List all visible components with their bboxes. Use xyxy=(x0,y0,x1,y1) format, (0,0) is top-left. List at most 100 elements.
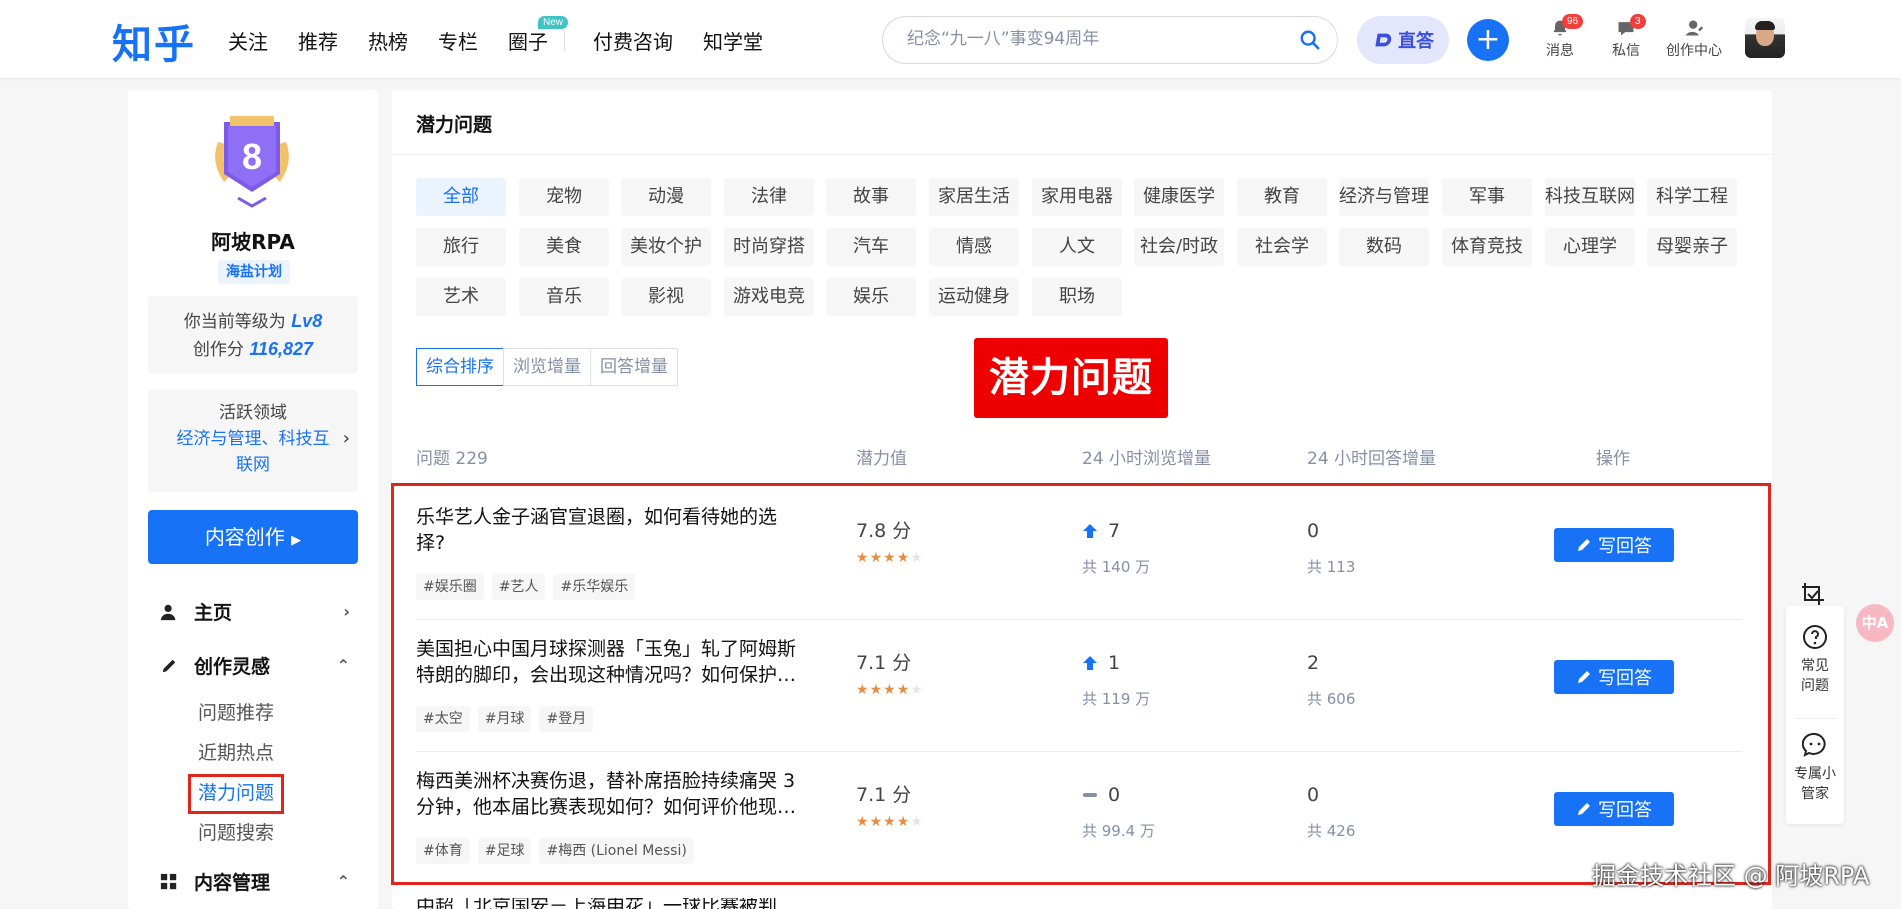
menu-inspiration-label: 创作灵感 xyxy=(194,656,271,678)
potential-overlay-label: 潜力问题 xyxy=(974,338,1168,418)
category-tag[interactable]: 教育 xyxy=(1237,178,1327,216)
category-tag[interactable]: 家居生活 xyxy=(929,178,1019,216)
inbox-label: 私信 xyxy=(1612,43,1640,59)
plan-badge[interactable]: 海盐计划 xyxy=(218,260,290,284)
category-tag[interactable]: 情感 xyxy=(929,228,1019,266)
category-tag[interactable]: 数码 xyxy=(1339,228,1429,266)
zhihu-logo[interactable]: 知乎 xyxy=(112,12,196,70)
menu-content-manage[interactable]: 内容管理 ⌃ xyxy=(160,868,350,895)
zhida-button[interactable]: 直答 xyxy=(1357,16,1449,64)
category-tag[interactable]: 汽车 xyxy=(826,228,916,266)
category-tag[interactable]: 旅行 xyxy=(416,228,506,266)
category-tag[interactable]: 游戏电竞 xyxy=(724,278,814,316)
nav-recommend[interactable]: 推荐 xyxy=(298,26,338,55)
category-tag[interactable]: 全部 xyxy=(416,178,506,216)
content-create-button[interactable]: 内容创作 ▶ xyxy=(148,510,358,564)
screenshot-icon[interactable] xyxy=(1799,580,1827,608)
highlight-box-sidebar xyxy=(188,774,284,814)
category-tag[interactable]: 社会学 xyxy=(1237,228,1327,266)
category-tag[interactable]: 母婴亲子 xyxy=(1647,228,1737,266)
category-tag[interactable]: 军事 xyxy=(1442,178,1532,216)
category-tag[interactable]: 宠物 xyxy=(519,178,609,216)
column-views[interactable]: 24 小时浏览增量 xyxy=(1082,444,1211,469)
category-tag[interactable]: 故事 xyxy=(826,178,916,216)
category-tag[interactable]: 娱乐 xyxy=(826,278,916,316)
partial-row: 中超「北京国安－上海申花」一球比赛被判… xyxy=(416,898,836,909)
highlight-box-list xyxy=(391,483,1771,885)
sort-composite[interactable]: 综合排序 xyxy=(416,348,504,386)
category-tag[interactable]: 职场 xyxy=(1032,278,1122,316)
search-box xyxy=(882,16,1338,64)
category-tag[interactable]: 社会/时政 xyxy=(1134,228,1224,266)
category-tag[interactable]: 动漫 xyxy=(621,178,711,216)
nav-zhixuetang[interactable]: 知学堂 xyxy=(703,26,763,55)
nav-column[interactable]: 专栏 xyxy=(438,26,478,55)
top-header: 知乎 关注 推荐 热榜 专栏 圈子 New 付费咨询 知学堂 直答 + 96 消… xyxy=(0,0,1901,78)
sub-item-recent-hot[interactable]: 近期热点 xyxy=(198,738,274,765)
plus-create-button[interactable]: + xyxy=(1467,19,1509,61)
search-input[interactable] xyxy=(907,29,1287,49)
assistant-button[interactable]: 专属小管家 xyxy=(1786,732,1844,804)
creator-label: 创作中心 xyxy=(1666,43,1722,59)
column-question: 问题 229 xyxy=(416,449,488,469)
messages-button[interactable]: 96 消息 xyxy=(1530,14,1590,60)
category-tag[interactable]: 音乐 xyxy=(519,278,609,316)
divider xyxy=(1794,718,1836,719)
nav-follow[interactable]: 关注 xyxy=(228,26,268,55)
column-answers[interactable]: 24 小时回答增量 xyxy=(1307,444,1436,469)
menu-inspiration[interactable]: 创作灵感 ⌃ xyxy=(160,652,350,679)
category-tag[interactable]: 影视 xyxy=(621,278,711,316)
main-nav: 关注 推荐 热榜 专栏 圈子 New 付费咨询 知学堂 xyxy=(228,16,793,55)
chevron-up-icon: ⌃ xyxy=(336,656,350,675)
category-tag[interactable]: 时尚穿搭 xyxy=(724,228,814,266)
category-tag[interactable]: 科技互联网 xyxy=(1545,178,1635,216)
column-action: 操作 xyxy=(1596,449,1630,469)
category-tag[interactable]: 艺术 xyxy=(416,278,506,316)
category-tag[interactable]: 健康医学 xyxy=(1134,178,1224,216)
translate-button[interactable]: 中A xyxy=(1856,604,1894,642)
svg-text:8: 8 xyxy=(242,136,262,177)
sub-item-search[interactable]: 问题搜索 xyxy=(198,818,274,845)
avatar[interactable] xyxy=(1745,18,1785,58)
score-line: 创作分 116,827 xyxy=(148,336,358,364)
messages-count-badge: 96 xyxy=(1562,14,1584,29)
domain-title: 活跃领域 xyxy=(219,403,287,423)
category-tag[interactable]: 家用电器 xyxy=(1032,178,1122,216)
level-box: 你当前等级为 Lv8 创作分 116,827 xyxy=(148,296,358,374)
creator-center-button[interactable]: 创作中心 xyxy=(1664,18,1724,60)
avatar-hair xyxy=(1755,21,1775,30)
nav-divider xyxy=(564,30,565,51)
nav-hot[interactable]: 热榜 xyxy=(368,26,408,55)
level-prefix: 你当前等级为 xyxy=(183,312,286,332)
chevron-up-icon: ⌃ xyxy=(336,872,350,891)
inbox-button[interactable]: 3 私信 xyxy=(1596,14,1656,60)
menu-home[interactable]: 主页 › xyxy=(160,598,350,625)
inbox-count-badge: 3 xyxy=(1630,14,1646,29)
category-tag[interactable]: 心理学 xyxy=(1545,228,1635,266)
category-tag[interactable]: 运动健身 xyxy=(929,278,1019,316)
nav-circle[interactable]: 圈子 New xyxy=(508,16,569,55)
category-tag[interactable]: 经济与管理 xyxy=(1339,178,1429,216)
category-tag[interactable]: 科学工程 xyxy=(1647,178,1737,216)
category-tag[interactable]: 体育竞技 xyxy=(1442,228,1532,266)
level-medal-icon: 8 xyxy=(215,116,289,208)
zhida-label: 直答 xyxy=(1398,31,1434,52)
category-tag[interactable]: 美食 xyxy=(519,228,609,266)
search-icon[interactable] xyxy=(1299,29,1321,51)
sort-answers[interactable]: 回答增量 xyxy=(590,348,678,386)
active-domain-box[interactable]: 活跃领域 经济与管理、科技互联网 › xyxy=(148,390,358,492)
partial-row-title[interactable]: 中超「北京国安－上海申花」一球比赛被判… xyxy=(416,898,836,909)
sub-item-recommend[interactable]: 问题推荐 xyxy=(198,698,274,725)
user-icon xyxy=(160,604,176,620)
sort-options: 综合排序 浏览增量 回答增量 xyxy=(416,348,678,386)
category-tag[interactable]: 美妆个护 xyxy=(621,228,711,266)
category-tag[interactable]: 人文 xyxy=(1032,228,1122,266)
category-tag[interactable]: 法律 xyxy=(724,178,814,216)
sort-views[interactable]: 浏览增量 xyxy=(503,348,591,386)
pen-icon xyxy=(162,659,176,672)
divider xyxy=(392,154,1772,155)
new-badge: New xyxy=(538,16,569,29)
nav-paid-consult[interactable]: 付费咨询 xyxy=(593,26,673,55)
question-circle-icon xyxy=(1803,625,1827,649)
faq-button[interactable]: 常见问题 xyxy=(1786,624,1844,696)
